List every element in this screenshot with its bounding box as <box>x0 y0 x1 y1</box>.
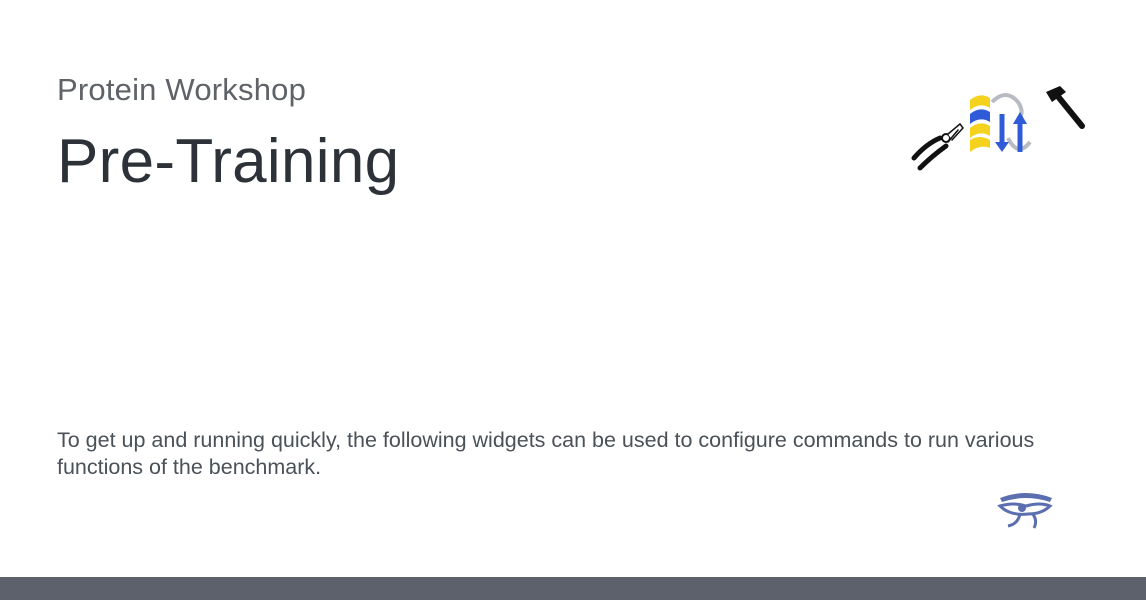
page-title: Pre-Training <box>57 127 400 196</box>
social-card: Protein Workshop Pre-Training To get up … <box>0 0 1146 600</box>
pliers-icon <box>911 122 964 171</box>
page-description: To get up and running quickly, the follo… <box>57 428 1035 479</box>
project-logo-icon <box>911 86 1085 171</box>
footer-bar <box>0 577 1146 600</box>
protein-icon <box>970 93 1032 152</box>
hammer-icon <box>1046 86 1085 129</box>
site-name: Protein Workshop <box>57 72 307 107</box>
eye-of-horus-icon <box>997 493 1053 529</box>
